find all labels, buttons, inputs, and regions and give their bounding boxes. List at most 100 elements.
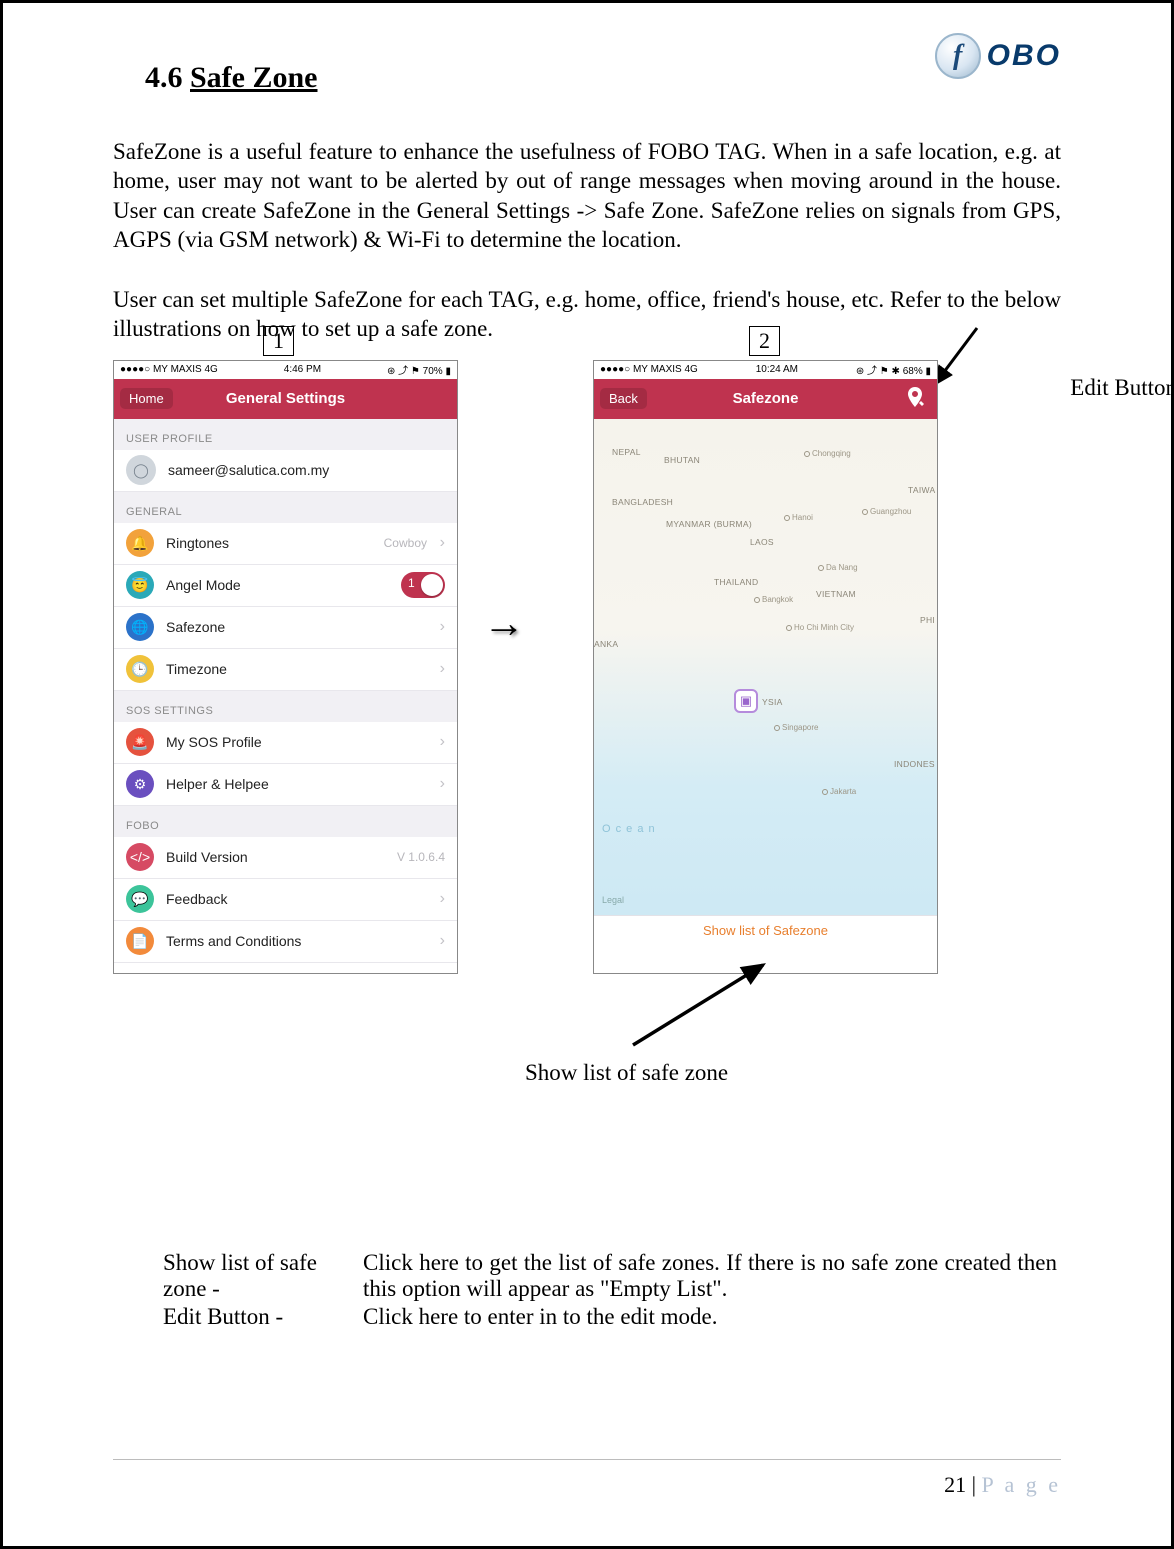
build-value: V 1.0.6.4 [397, 850, 445, 864]
map-legal-link[interactable]: Legal [602, 895, 624, 905]
callout-number-1: 1 [263, 326, 294, 356]
helper-label: Helper & Helpee [166, 776, 269, 792]
logo-text: OBO [987, 39, 1061, 73]
nav-back-button[interactable]: Back [600, 388, 647, 409]
chevron-right-icon: › [440, 660, 445, 678]
row-user-email[interactable]: ◯ sameer@salutica.com.my [114, 450, 457, 492]
definition-desc: Click here to enter in to the edit mode. [363, 1304, 1061, 1330]
definition-desc: Click here to get the list of safe zones… [363, 1250, 1061, 1302]
page-inner: f OBO 4.6 Safe Zone SafeZone is a useful… [3, 3, 1171, 1546]
section-heading: 4.6 Safe Zone [145, 61, 1061, 95]
row-sos-profile[interactable]: 🚨 My SOS Profile › [114, 722, 457, 764]
section-sos: SOS SETTINGS [114, 691, 457, 722]
row-terms[interactable]: 📄 Terms and Conditions › [114, 921, 457, 963]
num-box-2: 2 [749, 326, 780, 356]
status-right: ⊛ ⤴ ⚑ ✱ 68% ▮ [856, 362, 931, 377]
row-angel-mode[interactable]: 😇 Angel Mode 1 [114, 565, 457, 607]
map-city: Bangkok [754, 595, 793, 604]
row-ringtones[interactable]: 🔔 Ringtones Cowboy › [114, 523, 457, 565]
edit-location-icon[interactable] [903, 385, 927, 413]
map-city: Guangzhou [862, 507, 911, 516]
row-feedback[interactable]: 💬 Feedback › [114, 879, 457, 921]
show-list-safezone-button[interactable]: Show list of Safezone [594, 915, 937, 945]
map-country: ANKA [594, 639, 618, 649]
map-city: Ho Chi Minh City [786, 623, 854, 632]
definition-term: Edit Button - [113, 1304, 363, 1330]
definitions: Show list of safe zone - Click here to g… [113, 1250, 1061, 1330]
status-time: 4:46 PM [284, 364, 321, 375]
status-time: 10:24 AM [756, 364, 798, 375]
map-country: YSIA [762, 697, 783, 707]
status-left: ●●●●○ MY MAXIS 4G [120, 364, 218, 375]
feedback-label: Feedback [166, 891, 227, 907]
nav-bar: Back Safezone [594, 379, 937, 419]
flow-arrow-icon: → [483, 600, 525, 648]
intro-paragraph-1: SafeZone is a useful feature to enhance … [113, 137, 1061, 255]
screenshot-general-settings: ●●●●○ MY MAXIS 4G 4:46 PM ⊛ ⤴ ⚑ 70% ▮ Ho… [113, 360, 458, 974]
row-safezone[interactable]: 🌐 Safezone › [114, 607, 457, 649]
logo: f OBO [935, 33, 1061, 79]
user-email: sameer@salutica.com.my [168, 462, 329, 478]
map-country: PHI [920, 615, 935, 625]
map-country: MYANMAR (BURMA) [666, 519, 752, 529]
chevron-right-icon: › [440, 890, 445, 908]
nav-home-button[interactable]: Home [120, 388, 173, 409]
angel-mode-toggle[interactable]: 1 [401, 572, 445, 598]
people-icon: ⚙ [126, 770, 154, 798]
heading-title: Safe Zone [190, 61, 318, 94]
status-right: ⊛ ⤴ ⚑ 70% ▮ [387, 362, 451, 377]
logo-icon: f [935, 33, 981, 79]
ringtones-value: Cowboy [384, 536, 427, 550]
callout-number-2: 2 [749, 326, 780, 356]
current-location-marker[interactable]: ▣ [734, 689, 758, 713]
map-country: THAILAND [714, 577, 758, 587]
map-country: LAOS [750, 537, 774, 547]
safezone-label: Safezone [166, 619, 225, 635]
screenshots-row: 1 2 → ●●●●○ MY MAXIS 4G 4:46 PM ⊛ ⤴ ⚑ 70… [113, 360, 1061, 1080]
map-city: Hanoi [784, 513, 813, 522]
clock-icon: 🕒 [126, 655, 154, 683]
show-list-arrow [613, 955, 793, 1055]
map-view[interactable]: NEPAL BHUTAN BANGLADESH MYANMAR (BURMA) … [594, 419, 937, 945]
code-icon: </> [126, 843, 154, 871]
page: f OBO 4.6 Safe Zone SafeZone is a useful… [0, 0, 1174, 1549]
map-country: INDONES [894, 759, 935, 769]
sos-icon: 🚨 [126, 728, 154, 756]
chevron-right-icon: › [440, 618, 445, 636]
row-build-version[interactable]: </> Build Version V 1.0.6.4 [114, 837, 457, 879]
globe-icon: 🌐 [126, 613, 154, 641]
chat-icon: 💬 [126, 885, 154, 913]
section-general: GENERAL [114, 492, 457, 523]
document-icon: 📄 [126, 927, 154, 955]
terms-label: Terms and Conditions [166, 933, 301, 949]
map-city: Chongqing [804, 449, 851, 458]
definition-row: Show list of safe zone - Click here to g… [113, 1250, 1061, 1302]
map-country: BANGLADESH [612, 497, 673, 507]
footer-rule [113, 1459, 1061, 1460]
ringtones-label: Ringtones [166, 535, 229, 551]
map-country: VIETNAM [816, 589, 856, 599]
map-country: BHUTAN [664, 455, 700, 465]
chevron-right-icon: › [440, 775, 445, 793]
timezone-label: Timezone [166, 661, 227, 677]
status-left: ●●●●○ MY MAXIS 4G [600, 364, 698, 375]
angel-mode-label: Angel Mode [166, 577, 241, 593]
page-word: P a g e [982, 1472, 1061, 1497]
chevron-right-icon: › [440, 733, 445, 751]
avatar-icon: ◯ [126, 455, 156, 485]
sos-profile-label: My SOS Profile [166, 734, 262, 750]
map-city: Da Nang [818, 563, 858, 572]
map-ocean-label: O c e a n [602, 823, 656, 835]
annotation-show-list: Show list of safe zone [525, 1060, 728, 1086]
screenshot-safezone-map: ●●●●○ MY MAXIS 4G 10:24 AM ⊛ ⤴ ⚑ ✱ 68% ▮… [593, 360, 938, 974]
toggle-value: 1 [408, 576, 415, 590]
row-helper-helpee[interactable]: ⚙ Helper & Helpee › [114, 764, 457, 806]
annotation-edit-button: Edit Button [1070, 375, 1174, 401]
row-timezone[interactable]: 🕒 Timezone › [114, 649, 457, 691]
map-city: Singapore [774, 723, 818, 732]
map-country: TAIWA [908, 485, 935, 495]
chevron-right-icon: › [440, 534, 445, 552]
build-label: Build Version [166, 849, 248, 865]
num-box-1: 1 [263, 326, 294, 356]
page-footer: 21 | P a g e [944, 1472, 1061, 1498]
